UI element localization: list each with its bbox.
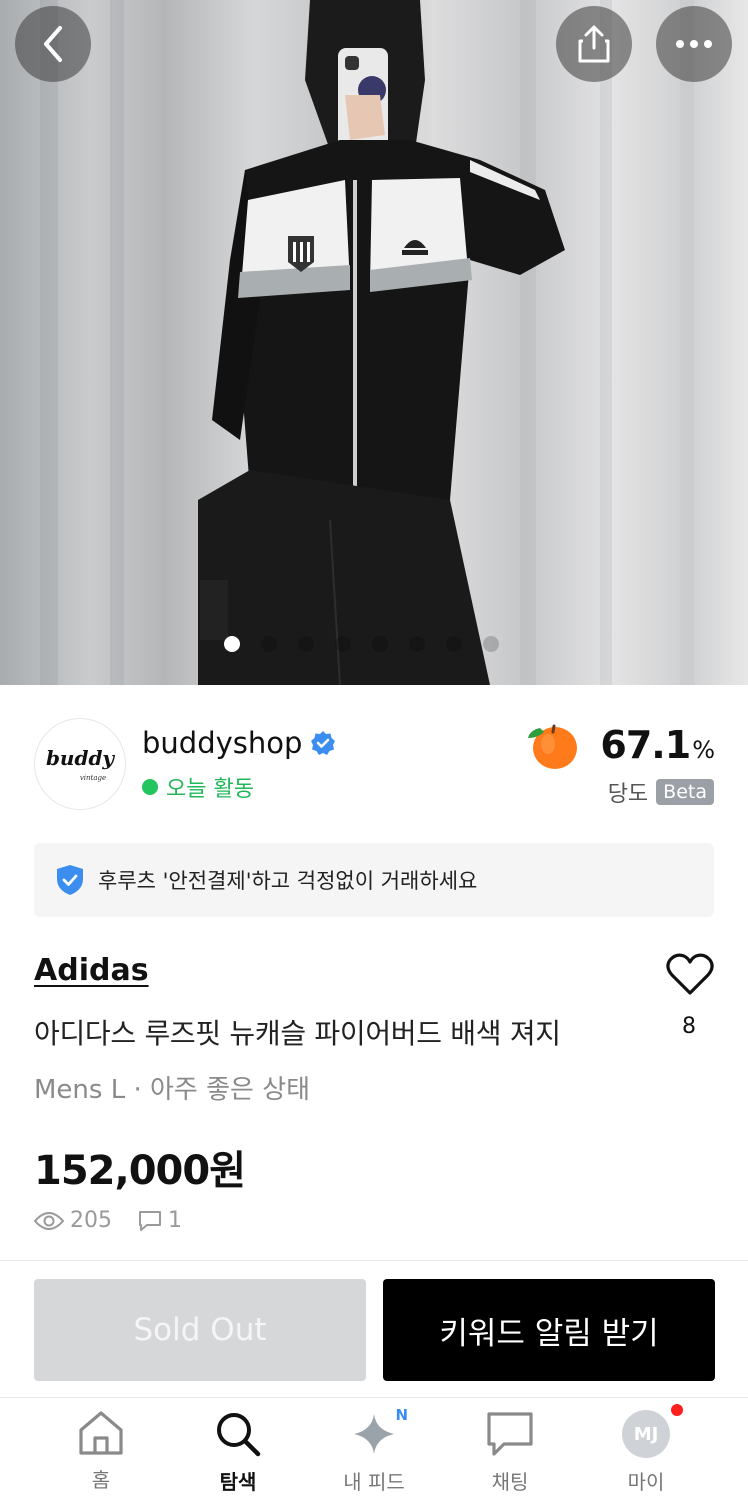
seller-avatar[interactable]: buddy vintage <box>34 718 126 810</box>
user-avatar: MJ <box>622 1410 670 1458</box>
rating-label-row: 당도 Beta <box>608 776 714 808</box>
avatar-logo-subtext: vintage <box>79 774 107 782</box>
divider <box>0 1260 748 1261</box>
safe-payment-banner[interactable]: 후루츠 '안전결제'하고 걱정없이 거래하세요 <box>34 843 714 917</box>
share-icon <box>578 25 610 63</box>
nav-home-label: 홈 <box>91 1468 111 1492</box>
seller-status-text: 오늘 활동 <box>166 777 254 802</box>
seller-info[interactable]: buddy vintage buddyshop 오늘 활동 67.1% 당도 B… <box>34 718 715 810</box>
search-icon <box>217 1413 261 1457</box>
product-price: 152,000원 <box>34 1148 246 1194</box>
sweetness-rating[interactable]: 67.1% <box>526 720 715 770</box>
product-stats: 205 1 <box>34 1208 182 1233</box>
brand-link[interactable]: Adidas <box>34 953 149 988</box>
carousel-dot[interactable] <box>297 636 314 652</box>
chat-bubble-icon <box>487 1412 533 1456</box>
rating-value-group: 67.1% <box>600 723 715 767</box>
nav-chat-label: 채팅 <box>491 1470 529 1494</box>
like-count: 8 <box>682 1014 696 1039</box>
comment-icon <box>139 1210 161 1231</box>
online-dot-icon <box>142 779 158 795</box>
share-button[interactable] <box>556 6 632 82</box>
product-size-condition: Mens L · 아주 좋은 상태 <box>34 1075 311 1105</box>
heart-icon <box>666 953 714 995</box>
bottom-navigation: 홈 탐색 N 내 피드 채팅 MJ 마이 <box>0 1398 748 1500</box>
verified-badge-icon <box>311 731 336 755</box>
nav-search-label: 탐색 <box>219 1470 257 1494</box>
back-button[interactable] <box>15 6 91 82</box>
like-button[interactable]: 8 <box>664 952 716 1039</box>
carousel-dot[interactable] <box>482 636 499 652</box>
carousel-dot[interactable] <box>260 636 277 652</box>
comment-count: 1 <box>168 1208 182 1233</box>
eye-icon <box>34 1211 64 1230</box>
nav-feed[interactable]: N 내 피드 <box>324 1406 424 1495</box>
keyword-alert-button[interactable]: 키워드 알림 받기 <box>383 1279 715 1381</box>
carousel-dot[interactable] <box>371 636 388 652</box>
rating-label: 당도 <box>607 782 649 807</box>
home-icon <box>79 1411 123 1455</box>
nav-my-label: 마이 <box>627 1470 665 1494</box>
avatar-logo-text: buddy <box>45 746 115 770</box>
nav-search[interactable]: 탐색 <box>188 1410 288 1495</box>
more-options-button[interactable] <box>656 6 732 82</box>
carousel-dot[interactable] <box>223 636 240 652</box>
carousel-dot[interactable] <box>408 636 425 652</box>
product-image-carousel[interactable] <box>0 0 748 685</box>
new-feed-badge: N <box>395 1406 408 1424</box>
nav-feed-label: 내 피드 <box>343 1470 405 1494</box>
nav-chat[interactable]: 채팅 <box>460 1410 560 1495</box>
peach-icon <box>528 724 578 769</box>
notification-dot <box>671 1404 683 1416</box>
carousel-pagination <box>0 636 748 652</box>
nav-home[interactable]: 홈 <box>51 1410 151 1493</box>
nav-my[interactable]: MJ 마이 <box>596 1410 696 1495</box>
rating-unit: % <box>692 736 715 764</box>
product-title: 아디다스 루즈핏 뉴캐슬 파이어버드 배색 져지 <box>34 1017 561 1050</box>
sparkle-icon <box>354 1414 394 1454</box>
view-count: 205 <box>70 1208 112 1233</box>
chevron-left-icon <box>44 26 62 62</box>
product-photo <box>40 0 694 685</box>
carousel-dot[interactable] <box>334 636 351 652</box>
seller-activity-status: 오늘 활동 <box>142 771 254 803</box>
shield-check-icon <box>57 865 83 895</box>
rating-value: 67.1 <box>600 723 691 767</box>
sold-out-button: Sold Out <box>34 1279 366 1381</box>
safe-payment-text: 후루츠 '안전결제'하고 걱정없이 거래하세요 <box>98 869 478 893</box>
seller-name[interactable]: buddyshop <box>142 726 302 760</box>
carousel-dot[interactable] <box>445 636 462 652</box>
more-horizontal-icon <box>676 40 712 48</box>
beta-badge: Beta <box>656 779 714 805</box>
seller-name-row[interactable]: buddyshop <box>142 726 336 760</box>
